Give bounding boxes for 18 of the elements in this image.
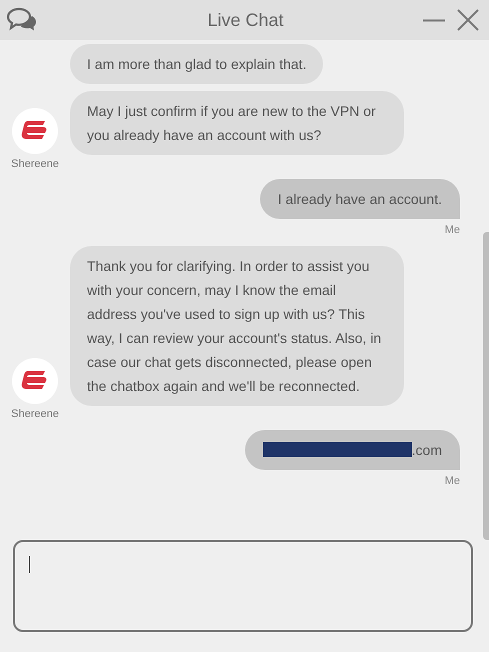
message-bubble: I already have an account. — [260, 179, 460, 219]
message-bubble: May I just confirm if you are new to the VPN or you already have an account with us? — [70, 91, 404, 155]
sender-name: Shereene — [11, 407, 59, 422]
message-text: .com — [412, 440, 442, 460]
sender-name: Shereene — [11, 156, 59, 172]
avatar-icon — [12, 108, 58, 154]
window-title: Live Chat — [207, 8, 284, 32]
chat-bubbles-icon[interactable] — [6, 7, 38, 31]
close-icon[interactable] — [457, 9, 479, 31]
scrollbar[interactable] — [483, 232, 489, 540]
sender-name: Me — [444, 474, 460, 488]
avatar-icon — [12, 358, 58, 404]
minimize-icon[interactable] — [423, 18, 445, 22]
message-bubble: I am more than glad to explain that. — [70, 44, 324, 84]
text-cursor — [29, 556, 30, 573]
message-bubble: Thank you for clarifying. In order to assist you with your concern, may I know the email address you've used to sign up with us? This way, I can review your account's status. Also, in case our chat gets disconnected, please open the chatbox again and we'll be reconnected. — [70, 246, 404, 406]
message-input[interactable] — [13, 540, 473, 632]
sender-name: Me — [444, 223, 460, 238]
